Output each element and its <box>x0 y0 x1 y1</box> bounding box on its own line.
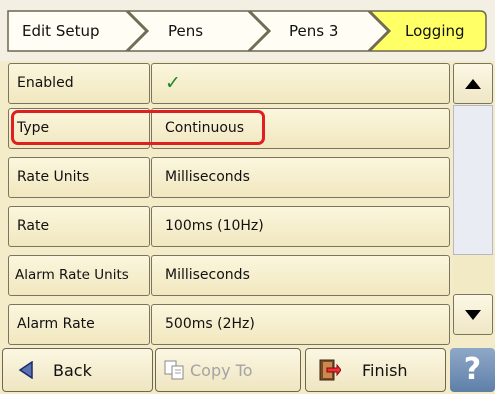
setting-label[interactable]: Rate Units <box>8 157 150 198</box>
question-mark-icon: ? <box>463 352 482 387</box>
setting-label[interactable]: Rate <box>8 206 150 247</box>
setting-label[interactable]: Alarm Rate <box>8 304 150 345</box>
back-button[interactable]: Back <box>2 348 153 392</box>
copy-pages-icon <box>162 357 188 383</box>
breadcrumb: Edit Setup Pens Pens 3 Logging <box>0 0 495 61</box>
setting-label[interactable]: Type <box>8 108 150 149</box>
breadcrumb-label-edit-setup: Edit Setup <box>22 22 100 40</box>
exit-door-icon <box>316 357 342 383</box>
breadcrumb-label-pens-3: Pens 3 <box>289 22 339 40</box>
finish-button[interactable]: Finish <box>305 348 446 392</box>
scrollbar[interactable] <box>453 61 493 336</box>
breadcrumb-label-pens: Pens <box>168 22 204 40</box>
setting-row-enabled: Enabled ✓ <box>0 57 450 106</box>
scroll-track-lower[interactable] <box>453 255 493 293</box>
setting-value[interactable]: 500ms (2Hz) <box>151 304 450 345</box>
setting-value[interactable]: 100ms (10Hz) <box>151 206 450 247</box>
triangle-down-icon <box>465 309 481 320</box>
setting-label[interactable]: Alarm Rate Units <box>8 255 150 296</box>
scroll-down-button[interactable] <box>453 294 493 335</box>
setting-row-type: Type Continuous <box>0 102 450 151</box>
scroll-thumb[interactable] <box>453 105 493 255</box>
finish-button-label: Finish <box>362 360 408 380</box>
setting-value[interactable]: Milliseconds <box>151 255 450 296</box>
setting-row-alarm-rate-units: Alarm Rate Units Milliseconds <box>0 249 450 298</box>
copy-to-button[interactable]: Copy To <box>155 348 301 392</box>
setting-value[interactable]: Continuous <box>151 108 450 149</box>
setting-value[interactable]: Milliseconds <box>151 157 450 198</box>
scroll-up-button[interactable] <box>453 63 493 104</box>
bottom-toolbar: Back Copy To Finish ? <box>0 345 495 394</box>
setting-value-enabled[interactable]: ✓ <box>151 63 450 104</box>
setting-label[interactable]: Enabled <box>8 63 150 104</box>
setting-row-alarm-rate: Alarm Rate 500ms (2Hz) <box>0 298 450 347</box>
back-button-label: Back <box>53 360 92 380</box>
setting-row-rate-units: Rate Units Milliseconds <box>0 151 450 200</box>
breadcrumb-label-logging: Logging <box>405 22 465 40</box>
setting-row-rate: Rate 100ms (10Hz) <box>0 200 450 249</box>
copy-to-button-label: Copy To <box>190 360 253 380</box>
triangle-left-icon <box>13 357 39 383</box>
help-button[interactable]: ? <box>450 348 495 392</box>
triangle-up-icon <box>465 78 481 89</box>
checkmark-icon: ✓ <box>165 72 181 94</box>
